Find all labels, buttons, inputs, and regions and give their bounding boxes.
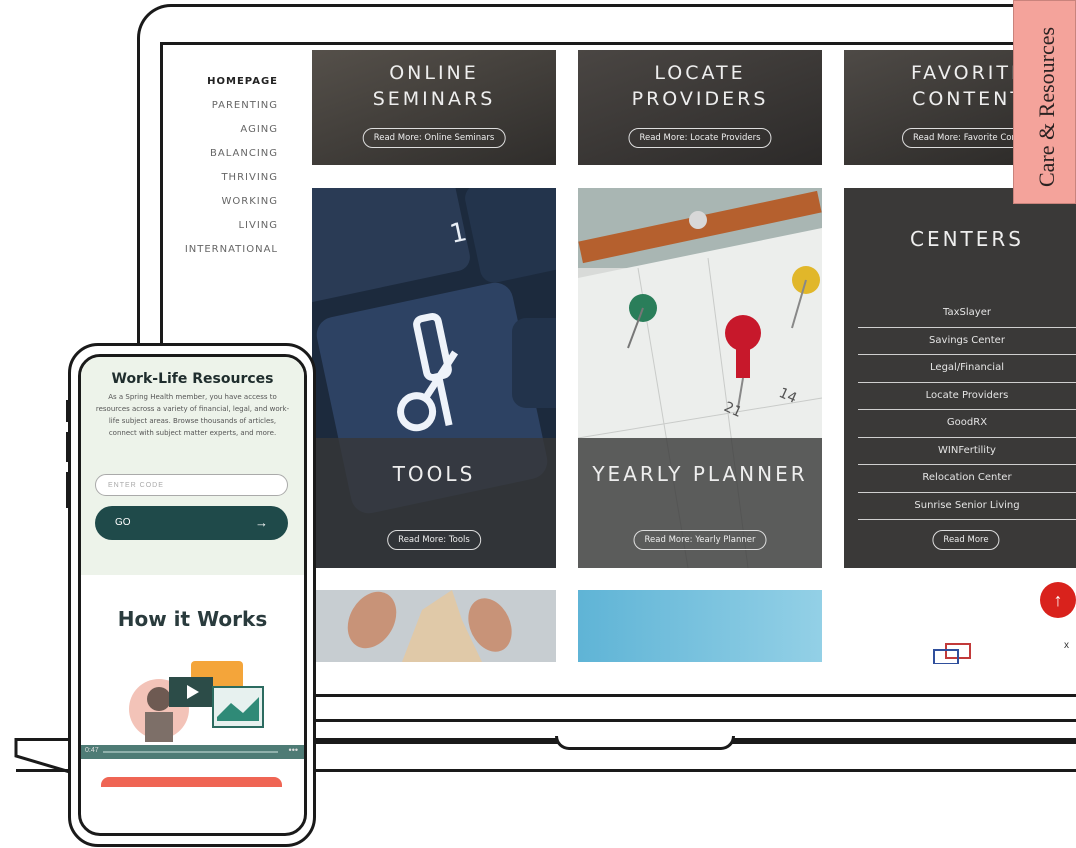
tile-title: LOCATE PROVIDERS [631,62,769,110]
laptop-notch [555,736,735,750]
tile-title: ONLINE SEMINARS [372,62,496,110]
nav-item-balancing[interactable]: BALANCING [180,142,278,166]
centers-list: TaxSlayer Savings Center Legal/Financial… [858,300,1076,520]
tile-favorite-content[interactable]: FAVORITECONTENT Read More: Favorite Cont… [844,50,1013,165]
close-icon[interactable]: x [1064,640,1069,651]
category-nav: HOMEPAGE PARENTING AGING BALANCING THRIV… [180,70,278,262]
arrow-up-icon: ↑ [1053,590,1063,610]
tile-title: YEARLY PLANNER [592,462,808,486]
nav-item-homepage[interactable]: HOMEPAGE [180,70,278,94]
tile-tools[interactable]: 1 TOOLS Read More: Tools [312,188,556,568]
cta-button[interactable] [101,777,282,787]
star-hands-image [347,590,512,662]
video-illustration[interactable] [121,657,271,747]
laptop-base-corner [14,738,71,774]
video-track[interactable] [103,751,278,753]
tile-star-image[interactable] [312,590,556,662]
video-progress-bar[interactable]: 0:47 ••• [81,745,304,759]
more-icon[interactable]: ••• [289,745,298,755]
center-link-goodrx[interactable]: GoodRX [858,410,1076,438]
read-more-centers-button[interactable]: Read More [932,530,1000,550]
care-resources-label: Care & Resources [1034,26,1059,187]
center-link-sunrise-senior-living[interactable]: Sunrise Senior Living [858,493,1076,520]
center-link-relocation-center[interactable]: Relocation Center [858,465,1076,493]
read-more-locate-providers-button[interactable]: Read More: Locate Providers [628,128,772,148]
logo-icon [933,643,971,664]
nav-item-aging[interactable]: AGING [180,118,278,142]
read-more-favorite-content-button[interactable]: Read More: Favorite Content [902,128,1013,148]
read-more-online-seminars-button[interactable]: Read More: Online Seminars [362,128,506,148]
tile-blue-image[interactable] [578,590,822,662]
tile-centers[interactable]: CENTERS TaxSlayer Savings Center Legal/F… [844,188,1076,568]
read-more-tools-button[interactable]: Read More: Tools [387,530,481,550]
phone-hero: Work-Life Resources As a Spring Health m… [81,357,304,575]
enter-code-input[interactable]: ENTER CODE [95,474,288,496]
phone-screen: Work-Life Resources As a Spring Health m… [78,354,307,836]
care-resources-tab[interactable]: Care & Resources [1013,0,1076,204]
nav-item-living[interactable]: LIVING [180,214,278,238]
go-label: GO [115,517,131,528]
tile-title: TOOLS [392,462,476,486]
screen-bottom-bezel [312,694,1076,697]
tile-title: CENTERS [909,227,1024,251]
center-link-taxslayer[interactable]: TaxSlayer [858,300,1076,328]
video-time: 0:47 [85,747,99,754]
how-it-works-heading: How it Works [117,607,268,631]
tile-online-seminars[interactable]: ONLINE SEMINARS Read More: Online Seminar… [312,50,556,165]
center-link-locate-providers[interactable]: Locate Providers [858,383,1076,410]
center-link-savings-center[interactable]: Savings Center [858,328,1076,355]
phone-title: Work-Life Resources [111,371,274,387]
go-button[interactable]: GO → [95,506,288,540]
tile-yearly-planner[interactable]: 14 21 YEARLY PLANNER Read More: Yearly P… [578,188,822,568]
arrow-right-icon: → [255,515,268,530]
tile-title: FAVORITECONTENT [910,62,1013,110]
nav-item-parenting[interactable]: PARENTING [180,94,278,118]
center-link-legal-financial[interactable]: Legal/Financial [858,355,1076,383]
scroll-to-top-button[interactable]: ↑ [1040,582,1076,618]
center-link-winfertility[interactable]: WINFertility [858,438,1076,465]
nav-item-working[interactable]: WORKING [180,190,278,214]
read-more-yearly-planner-button[interactable]: Read More: Yearly Planner [633,530,767,550]
tile-locate-providers[interactable]: LOCATE PROVIDERS Read More: Locate Provid… [578,50,822,165]
nav-item-thriving[interactable]: THRIVING [180,166,278,190]
phone-description: As a Spring Health member, you have acce… [95,393,290,437]
nav-item-international[interactable]: INTERNATIONAL [180,238,278,262]
